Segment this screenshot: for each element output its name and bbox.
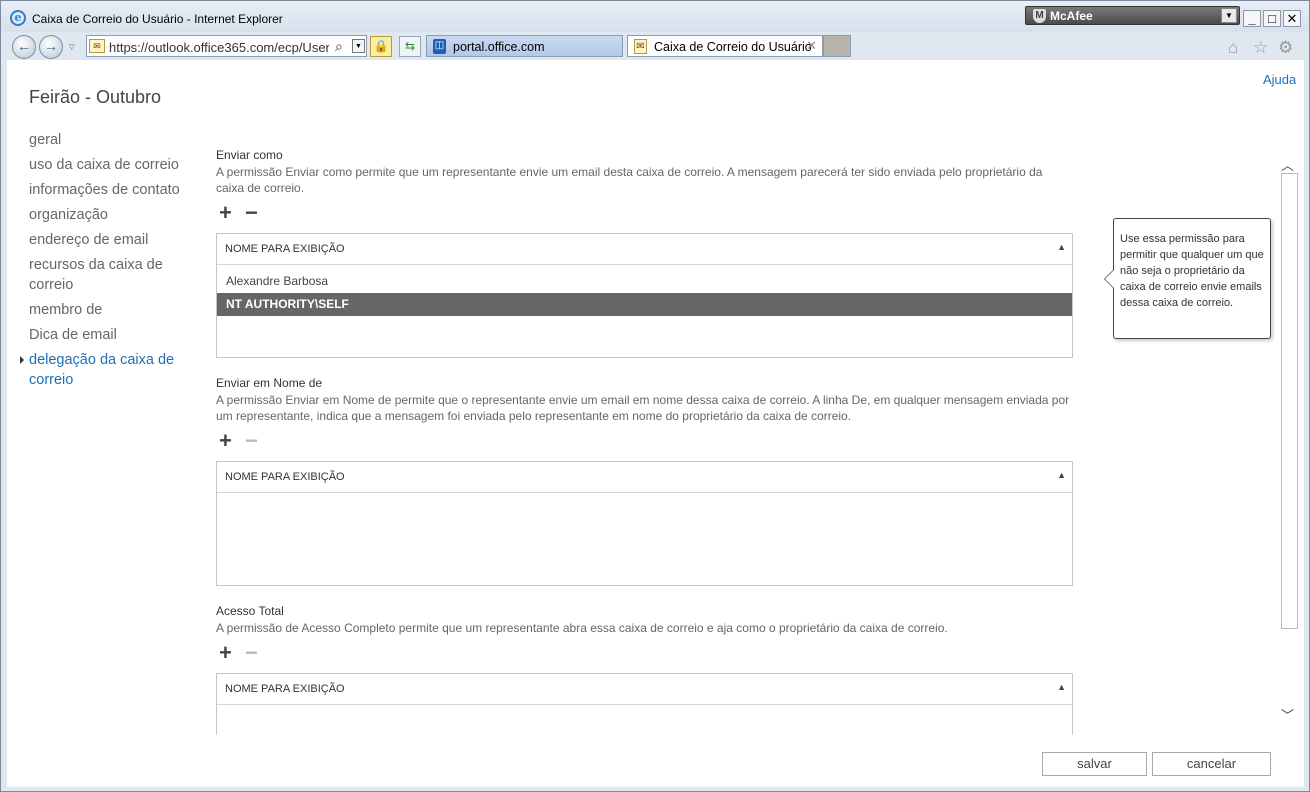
send-as-remove-button[interactable]: −	[245, 202, 258, 224]
tab-portal-office[interactable]: ◫ portal.office.com	[426, 35, 623, 57]
mcafee-shield-icon: M	[1033, 9, 1046, 23]
nav-item-mailbox-usage[interactable]: uso da caixa de correio	[29, 155, 199, 175]
send-as-list: NOME PARA EXIBIÇÃO ▲ Alexandre Barbosa N…	[216, 233, 1073, 358]
list-header[interactable]: NOME PARA EXIBIÇÃO ▲	[217, 462, 1072, 493]
full-access-list: NOME PARA EXIBIÇÃO ▲	[216, 673, 1073, 735]
full-access-description: A permissão de Acesso Completo permite q…	[216, 621, 948, 635]
close-window-button[interactable]: ✕	[1283, 10, 1301, 27]
history-dropdown-icon[interactable]: ▽	[69, 43, 74, 51]
tab-label: Caixa de Correio do Usuário	[654, 40, 812, 54]
list-header[interactable]: NOME PARA EXIBIÇÃO ▲	[217, 674, 1072, 705]
tab-user-mailbox[interactable]: ✉ Caixa de Correio do Usuário ✕	[627, 35, 823, 57]
send-on-behalf-description: A permissão Enviar em Nome de permite qu…	[216, 393, 1070, 423]
send-as-add-button[interactable]: +	[219, 202, 232, 224]
page-mail-icon: ✉	[89, 39, 105, 53]
search-icon[interactable]: ⌕	[335, 38, 343, 55]
list-item[interactable]: Alexandre Barbosa	[217, 270, 1072, 293]
nav-item-mail-tip[interactable]: Dica de email	[29, 325, 199, 345]
address-bar[interactable]: ✉ https://outlook.office365.com/ecp/User…	[86, 35, 367, 57]
send-on-behalf-remove-button: −	[245, 428, 258, 453]
nav-item-organization[interactable]: organização	[29, 205, 199, 225]
navigation-bar: ← → ▽ ✉ https://outlook.office365.com/ec…	[1, 32, 1309, 60]
address-dropdown-icon[interactable]: ▼	[352, 39, 365, 53]
help-link[interactable]: Ajuda	[1263, 72, 1296, 87]
nav-item-geral[interactable]: geral	[29, 130, 199, 150]
list-item-label: Alexandre Barbosa	[226, 274, 329, 288]
send-on-behalf-add-button[interactable]: +	[219, 430, 232, 452]
send-as-description: A permissão Enviar como permite que um r…	[216, 165, 1043, 195]
left-navigation: geral uso da caixa de correio informaçõe…	[20, 130, 199, 395]
help-tooltip: Use essa permissão para permitir que qua…	[1104, 218, 1271, 339]
list-item-label: NT AUTHORITY\SELF	[226, 297, 349, 311]
nav-item-mailbox-features[interactable]: recursos da caixa de correio	[29, 255, 199, 295]
send-on-behalf-title: Enviar em Nome de	[216, 376, 323, 390]
nav-item-email-address[interactable]: endereço de email	[29, 230, 199, 250]
close-tab-icon[interactable]: ✕	[806, 38, 817, 54]
page-title: Feirão - Outubro	[29, 87, 162, 107]
refresh-icon[interactable]: ⇆	[399, 36, 421, 57]
list-item-selected[interactable]: NT AUTHORITY\SELF	[217, 293, 1072, 316]
delegation-content: Enviar como A permissão Enviar como perm…	[216, 146, 1076, 735]
full-access-remove-button: −	[245, 640, 258, 665]
maximize-button[interactable]: □	[1263, 10, 1281, 27]
scroll-down-icon[interactable]: ﹀	[1281, 705, 1294, 724]
forward-button[interactable]: →	[39, 35, 63, 59]
title-bar: e Caixa de Correio do Usuário - Internet…	[1, 1, 1309, 32]
minimize-button[interactable]: _	[1243, 10, 1261, 27]
mcafee-label: McAfee	[1050, 9, 1093, 23]
nav-item-mailbox-delegation[interactable]: delegação da caixa de correio	[20, 350, 199, 390]
scrollbar-thumb[interactable]	[1281, 173, 1298, 629]
column-header-display-name[interactable]: NOME PARA EXIBIÇÃO	[225, 471, 345, 483]
window-title: Caixa de Correio do Usuário - Internet E…	[32, 12, 283, 26]
save-button[interactable]: salvar	[1042, 752, 1147, 776]
favorites-star-icon[interactable]: ☆	[1253, 38, 1268, 58]
scroll-up-icon[interactable]: ︿	[1281, 155, 1294, 174]
sort-ascending-icon[interactable]: ▲	[1057, 470, 1066, 480]
tooltip-text: Use essa permissão para permitir que qua…	[1120, 233, 1264, 309]
mcafee-dropdown-icon[interactable]: ▼	[1221, 8, 1237, 23]
full-access-title: Acesso Total	[216, 604, 284, 618]
send-on-behalf-list: NOME PARA EXIBIÇÃO ▲	[216, 461, 1073, 586]
lock-icon[interactable]: 🔒	[370, 36, 392, 57]
column-header-display-name[interactable]: NOME PARA EXIBIÇÃO	[225, 243, 345, 255]
sort-ascending-icon[interactable]: ▲	[1057, 682, 1066, 692]
sort-ascending-icon[interactable]: ▲	[1057, 242, 1066, 252]
cancel-button[interactable]: cancelar	[1152, 752, 1271, 776]
gear-icon[interactable]: ⚙	[1278, 38, 1293, 58]
browser-window: e Caixa de Correio do Usuário - Internet…	[0, 0, 1310, 792]
back-button[interactable]: ←	[12, 35, 36, 59]
nav-item-member-of[interactable]: membro de	[29, 300, 199, 320]
mcafee-toolbar[interactable]: M McAfee ▼	[1025, 6, 1240, 25]
address-url[interactable]: https://outlook.office365.com/ecp/UsersG	[109, 40, 329, 55]
tab-label: portal.office.com	[453, 40, 545, 54]
list-header[interactable]: NOME PARA EXIBIÇÃO ▲	[217, 234, 1072, 265]
office-icon: ◫	[433, 39, 446, 54]
column-header-display-name[interactable]: NOME PARA EXIBIÇÃO	[225, 683, 345, 695]
page-content: Ajuda Feirão - Outubro geral uso da caix…	[7, 60, 1304, 787]
nav-item-contact-info[interactable]: informações de contato	[29, 180, 199, 200]
mail-icon: ✉	[634, 39, 647, 54]
send-as-title: Enviar como	[216, 148, 283, 162]
full-access-add-button[interactable]: +	[219, 642, 232, 664]
new-tab-button[interactable]	[823, 35, 851, 57]
home-icon[interactable]: ⌂	[1228, 38, 1238, 58]
ie-logo-icon: e	[10, 10, 26, 26]
